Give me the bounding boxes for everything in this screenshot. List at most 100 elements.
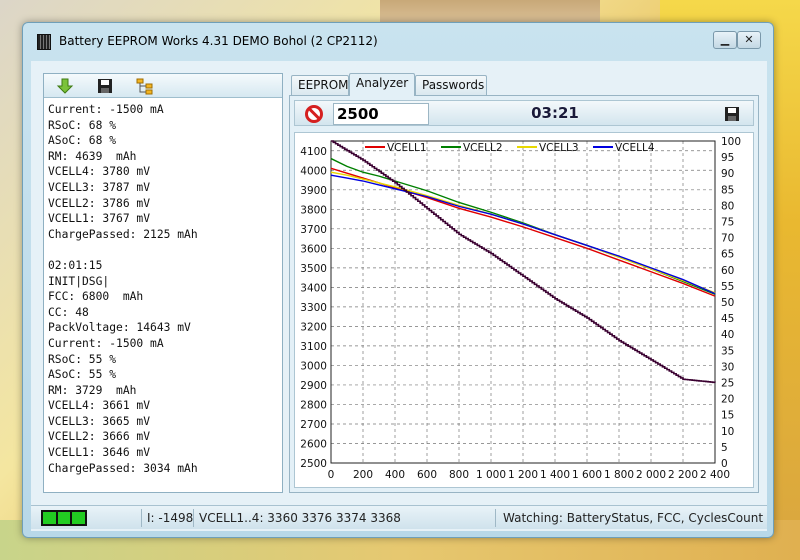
app-window: Battery EEPROM Works 4.31 DEMO Bohol (2 … [22,22,774,538]
download-arrow-icon[interactable] [56,77,74,95]
y-tick-label: 3700 [300,224,327,236]
y2-tick-label: 55 [721,281,734,293]
log-line: VCELL4: 3780 mV [48,165,151,179]
x-tick-label: 1 600 [572,469,602,481]
log-line: Current: -1500 mA [48,103,164,116]
y-tick-label: 2700 [300,419,327,431]
log-line: ASoC: 55 % [48,368,117,382]
x-tick-label: 0 [328,469,335,481]
y2-tick-label: 65 [721,249,734,261]
client-area: Current: -1500 mA RSoC: 68 % ASoC: 68 % RM:… [31,61,767,531]
legend-label: VCELL1 [387,142,427,154]
log-line: VCELL4: 3661 mV [48,399,151,413]
tab-passwords[interactable]: Passwords [415,75,487,95]
x-tick-label: 1 800 [604,469,634,481]
y2-tick-label: 35 [721,345,734,357]
legend-label: VCELL4 [615,142,655,154]
x-tick-label: 600 [417,469,437,481]
y-tick-label: 3200 [300,321,327,333]
save-chart-icon[interactable] [723,105,741,123]
app-icon [37,34,51,50]
save-icon[interactable] [96,77,114,95]
close-icon: ✕ [744,33,754,46]
y2-tick-label: 20 [721,394,734,406]
tree-structure-icon[interactable] [136,77,154,95]
legend-label: VCELL3 [539,142,579,154]
y2-tick-label: 15 [721,410,734,422]
y2-tick-label: 45 [721,313,734,325]
log-line: VCELL2: 3786 mV [48,196,151,210]
y2-tick-label: 100 [721,136,741,148]
analyzer-toolbar: 2500 03:21 [294,100,754,126]
x-tick-label: 2 200 [668,469,698,481]
log-line: INIT|DSG| [48,274,110,288]
status-watching: Watching: BatteryStatus, FCC, CyclesCoun… [503,511,764,525]
log-line: RSoC: 68 % [48,118,117,132]
x-tick-label: 800 [449,469,469,481]
y2-tick-label: 70 [721,233,734,245]
y2-tick-label: 95 [721,152,734,164]
y2-tick-label: 50 [721,297,734,309]
discharge-current-field[interactable]: 2500 [333,103,429,125]
log-line: RM: 4639 mAh [48,149,137,163]
y2-tick-label: 60 [721,265,734,277]
voltage-chart: 0 200 400 600 800 1 000 1 200 1 400 1 600 1 800 2 … [300,136,741,481]
tab-analyzer[interactable]: Analyzer [349,73,415,96]
x-tick-label: 400 [385,469,405,481]
y2-tick-label: 40 [721,329,734,341]
elapsed-timer: 03:21 [531,104,579,122]
log-line: Current: -1500 mA [48,336,164,350]
status-current: I: -1498 [147,511,194,525]
minimize-button[interactable]: ▁ [713,31,737,49]
y-tick-label: 3800 [300,204,327,216]
chart-container: 0 200 400 600 800 1 000 1 200 1 400 1 600 1 800 2 … [294,132,754,488]
log-line: RSoC: 55 % [48,352,117,366]
log-text: Current: -1500 mA RSoC: 68 % ASoC: 68 % RM:… [48,102,280,490]
analyzer-panel: 2500 03:21 0 200 400 600 800 1 000 1 200 1 400 1… [289,95,759,493]
y-tick-label: 3100 [300,341,327,353]
log-line: 02:01:15 [48,258,103,272]
y-tick-label: 2800 [300,399,327,411]
x-tick-label: 2 000 [636,469,666,481]
title-bar[interactable]: Battery EEPROM Works 4.31 DEMO Bohol (2 … [23,23,773,61]
y-tick-label: 3500 [300,263,327,275]
x-tick-label: 1 400 [540,469,570,481]
y2-tick-label: 5 [721,442,728,454]
y-tick-label: 3000 [300,360,327,372]
y2-tick-label: 75 [721,217,734,229]
x-tick-label: 2 400 [700,469,730,481]
log-line: ASoC: 68 % [48,134,117,148]
connection-indicator [41,510,87,526]
log-line: VCELL1: 3767 mV [48,212,151,226]
y-tick-label: 2900 [300,380,327,392]
window-title: Battery EEPROM Works 4.31 DEMO Bohol (2 … [59,34,378,48]
minimize-icon: ▁ [720,33,730,46]
log-line: CC: 48 [48,305,89,319]
y2-tick-label: 30 [721,361,734,373]
y-tick-label: 3400 [300,282,327,294]
stop-icon[interactable] [305,105,323,123]
y2-tick-label: 10 [721,426,734,438]
log-panel: Current: -1500 mA RSoC: 68 % ASoC: 68 % RM:… [43,73,283,493]
close-button[interactable]: ✕ [737,31,761,49]
log-line: ChargePassed: 2125 mAh [48,227,198,241]
y2-tick-label: 80 [721,200,734,212]
log-line: VCELL3: 3787 mV [48,180,151,194]
y-tick-label: 2500 [300,458,327,470]
y-tick-label: 3900 [300,185,327,197]
y-tick-label: 4000 [300,165,327,177]
y-tick-label: 3600 [300,243,327,255]
log-line: PackVoltage: 14643 mV [48,321,191,335]
x-tick-label: 200 [353,469,373,481]
x-tick-label: 1 000 [476,469,506,481]
y-tick-label: 3300 [300,302,327,314]
y-tick-label: 4100 [300,146,327,158]
legend-label: VCELL2 [463,142,503,154]
log-line: VCELL2: 3666 mV [48,430,151,444]
status-bar: I: -1498 VCELL1..4: 3360 3376 3374 3368 … [31,505,767,529]
tab-eeprom[interactable]: EEPROM [291,75,349,95]
y2-tick-label: 90 [721,168,734,180]
log-line: RM: 3729 mAh [48,383,137,397]
log-line: VCELL1: 3646 mV [48,446,151,460]
